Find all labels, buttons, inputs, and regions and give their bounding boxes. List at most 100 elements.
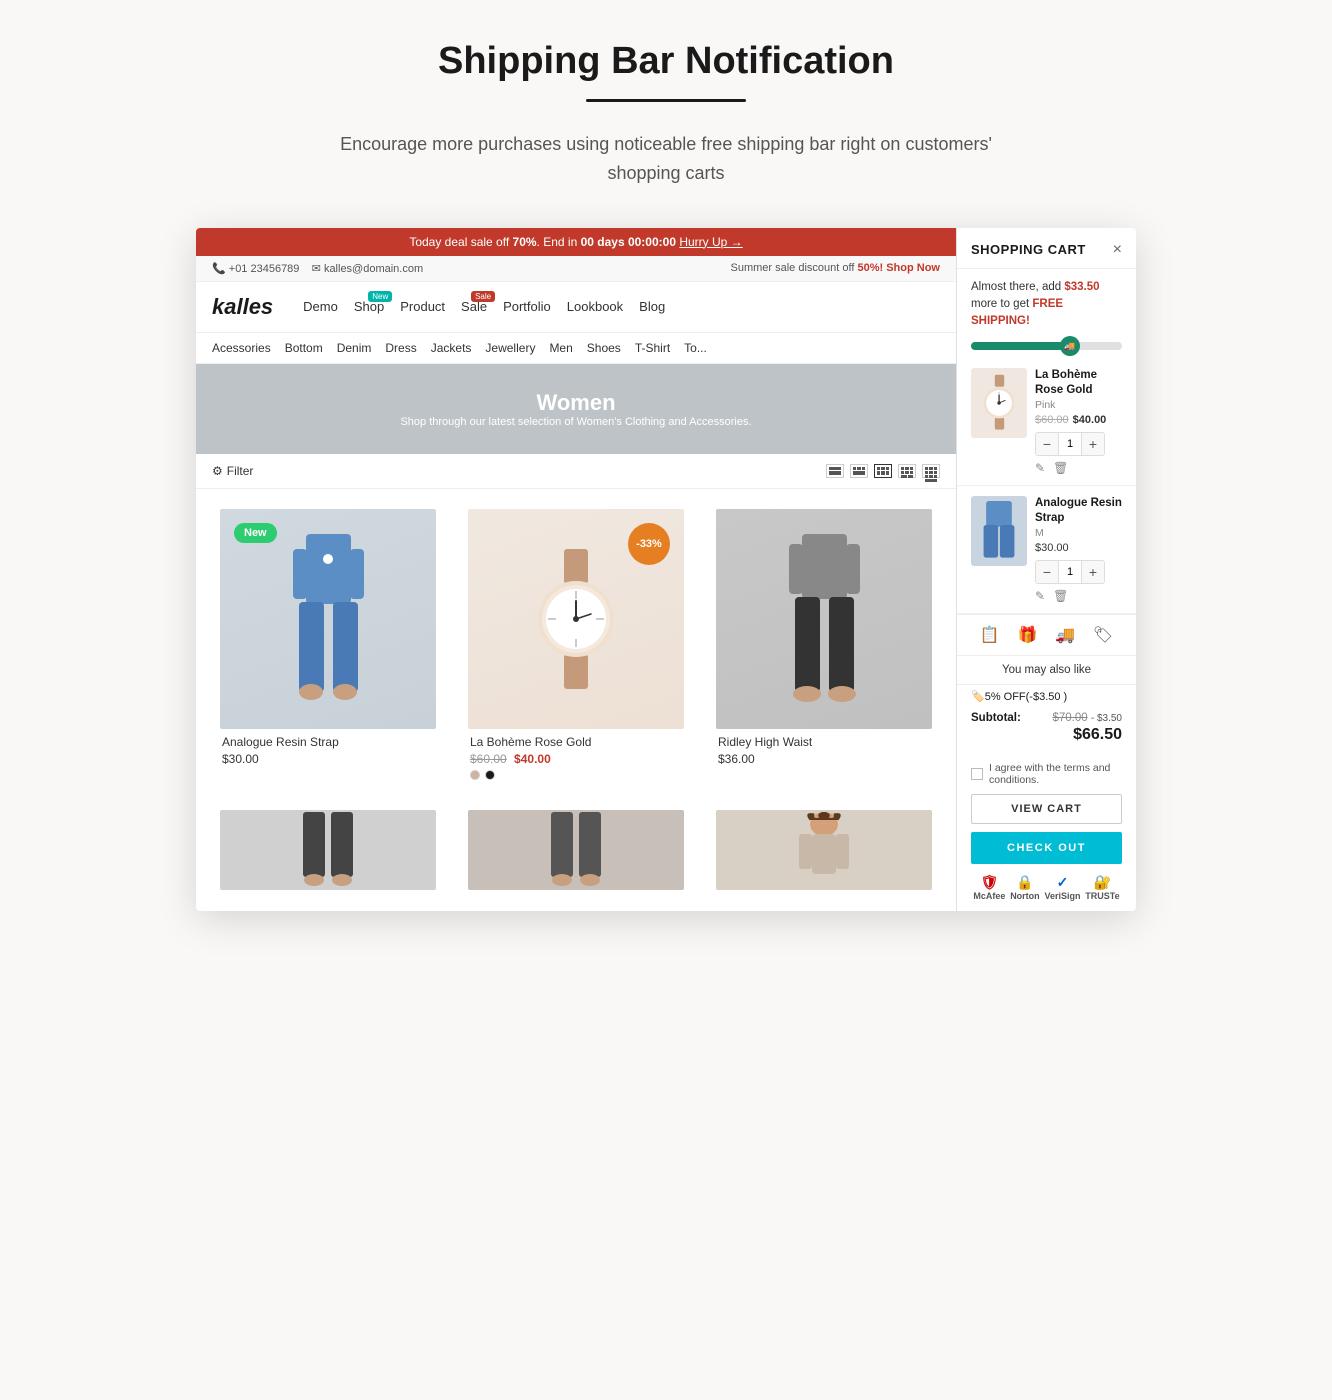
demo-container: Today deal sale off 70%. End in 00 days … (196, 228, 1136, 912)
trust-badges: 🛡 McAfee 🔒 Norton ✓ VeriSign 🔐 TRUSTe (957, 868, 1136, 911)
checkout-button[interactable]: CHECK OUT (971, 832, 1122, 864)
deal-text: Today deal sale off (409, 235, 509, 249)
list-view-btn[interactable] (826, 464, 844, 478)
product-card-2[interactable]: -33% (460, 501, 692, 790)
product-img-2: -33% (468, 509, 684, 729)
page-title: Shipping Bar Notification (316, 40, 1016, 83)
badge-new: New (234, 523, 277, 543)
product-card-5[interactable] (460, 802, 692, 898)
cat-more[interactable]: To... (684, 341, 707, 355)
edit-icon-2[interactable]: ✎ (1035, 589, 1045, 603)
cart-item-variant-2: M (1035, 527, 1122, 539)
products-grid: New (196, 489, 956, 790)
discount-tag: 🏷️5% OFF(-$3.50 ) (957, 685, 1136, 708)
cart-item-actions-2: ✎ 🗑 (1035, 589, 1122, 603)
cat-jackets[interactable]: Jackets (431, 341, 472, 355)
terms-text: I agree with the terms and conditions. (989, 762, 1122, 786)
view-cart-button[interactable]: VIEW CART (971, 794, 1122, 824)
nav-item-demo[interactable]: Demo (303, 299, 338, 314)
terms-checkbox[interactable] (971, 768, 983, 780)
product-card-3[interactable]: Ridley High Waist $36.00 (708, 501, 940, 790)
cat-jewellery[interactable]: Jewellery (485, 341, 535, 355)
product-card-1[interactable]: New (212, 501, 444, 790)
nav-item-shop[interactable]: Shop New (354, 299, 384, 314)
cat-denim[interactable]: Denim (337, 341, 372, 355)
shipping-text: Almost there, add $33.50 more to get FRE… (971, 279, 1122, 331)
product-price-2: $60.00 $40.00 (470, 752, 682, 766)
cart-note-icon[interactable]: 📋 (980, 625, 1000, 645)
sale-badge: Sale (471, 291, 495, 302)
qty-input-1[interactable] (1058, 433, 1082, 455)
cat-bottom[interactable]: Bottom (285, 341, 323, 355)
cart-item-variant-1: Pink (1035, 399, 1122, 411)
cart-gift-icon[interactable]: 🎁 (1018, 625, 1038, 645)
cat-accessories[interactable]: Acessories (212, 341, 271, 355)
cat-men[interactable]: Men (549, 341, 572, 355)
pants-black-illustration (787, 534, 862, 704)
product-card-6[interactable] (708, 802, 940, 898)
subtotal-label: Subtotal: (971, 712, 1021, 724)
shipping-truck-icon: 🚚 (1060, 336, 1080, 356)
hero-title: Women (536, 390, 615, 416)
watch-illustration (526, 539, 626, 699)
page-header: Shipping Bar Notification Encourage more… (316, 40, 1016, 188)
cat-dress[interactable]: Dress (385, 341, 416, 355)
filter-button[interactable]: ⚙ Filter (212, 464, 253, 478)
qty-control-2: − + (1035, 560, 1105, 584)
4col-view-btn[interactable] (898, 464, 916, 478)
cart-coupon-icon[interactable]: 🏷 (1093, 625, 1113, 645)
cart-title: SHOPPING CART (971, 242, 1086, 257)
deal-hurry[interactable]: Hurry Up → (679, 235, 742, 249)
qty-decrease-1[interactable]: − (1036, 433, 1058, 455)
qty-increase-2[interactable]: + (1082, 561, 1104, 583)
shipping-notice: Almost there, add $33.50 more to get FRE… (957, 269, 1136, 337)
trust-badge-truste: 🔐 TRUSTe (1085, 874, 1119, 901)
nav-item-sale[interactable]: Sale Sale (461, 299, 487, 314)
top-info-bar: 📞 +01 23456789 ✉ kalles@domain.com Summe… (196, 256, 956, 282)
cat-tshirt[interactable]: T-Shirt (635, 341, 670, 355)
product-name-2: La Bohème Rose Gold (470, 735, 682, 749)
delete-icon-2[interactable]: 🗑 (1053, 589, 1068, 603)
cart-item-name-1: La Bohème Rose Gold (1035, 368, 1122, 398)
qty-decrease-2[interactable]: − (1036, 561, 1058, 583)
cart-close-button[interactable]: × (1113, 242, 1122, 258)
product-img-5 (468, 810, 684, 890)
edit-icon-1[interactable]: ✎ (1035, 461, 1045, 475)
cart-items: La Bohème Rose Gold Pink $60.00$40.00 − … (957, 358, 1136, 614)
hero-banner: Women Shop through our latest selection … (196, 364, 956, 454)
bottom-products (196, 790, 956, 898)
qty-input-2[interactable] (1058, 561, 1082, 583)
deal-countdown: 00 days 00:00:00 (581, 235, 676, 249)
cart-item-details-2: Analogue Resin Strap M $30.00 − + ✎ 🗑 (1035, 496, 1122, 603)
deal-bar: Today deal sale off 70%. End in 00 days … (196, 228, 956, 256)
color-dot-black (485, 770, 495, 780)
cart-shipping-icon[interactable]: 🚚 (1055, 625, 1075, 645)
delete-icon-1[interactable]: 🗑 (1053, 461, 1068, 475)
nav-item-portfolio[interactable]: Portfolio (503, 299, 551, 314)
cat-shoes[interactable]: Shoes (587, 341, 621, 355)
5col-view-btn[interactable] (922, 464, 940, 478)
nav-item-lookbook[interactable]: Lookbook (567, 299, 623, 314)
product-card-4[interactable] (212, 802, 444, 898)
product-name-3: Ridley High Waist (718, 735, 930, 749)
nav-items: Demo Shop New Product Sale Sale Portfoli… (303, 299, 665, 314)
product-img-1: New (220, 509, 436, 729)
terms-row: I agree with the terms and conditions. (957, 758, 1136, 790)
pants-blue-illustration (291, 534, 366, 704)
cart-pants-img (979, 501, 1019, 561)
nav-item-product[interactable]: Product (400, 299, 445, 314)
trust-badge-norton: 🔒 Norton (1010, 874, 1040, 901)
discount-label: 🏷️5% OFF(-$3.50 ) (971, 690, 1067, 703)
qty-increase-1[interactable]: + (1082, 433, 1104, 455)
badge-discount: -33% (628, 523, 670, 565)
product-img-4 (220, 810, 436, 890)
nav-item-blog[interactable]: Blog (639, 299, 665, 314)
cart-header: SHOPPING CART × (957, 228, 1136, 269)
cart-item-img-1 (971, 368, 1027, 438)
product-img-6 (716, 810, 932, 890)
store-panel: Today deal sale off 70%. End in 00 days … (196, 228, 956, 912)
3col-view-btn[interactable] (874, 464, 892, 478)
2col-view-btn[interactable] (850, 464, 868, 478)
you-may-like: You may also like (957, 656, 1136, 685)
shop-now-link[interactable]: Shop Now (886, 262, 940, 274)
